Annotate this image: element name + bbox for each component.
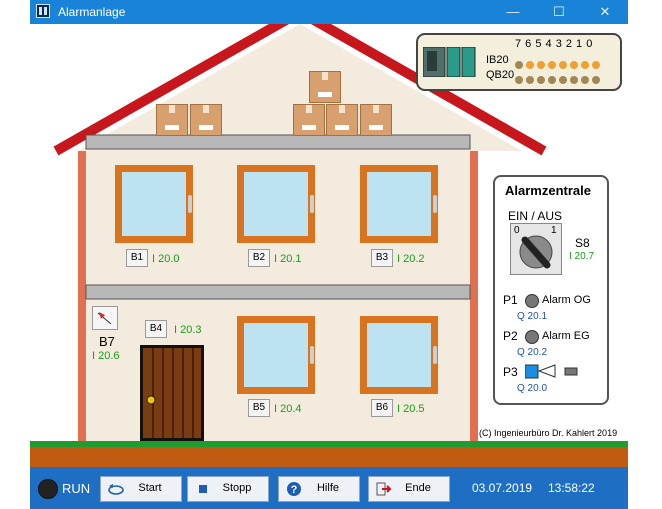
s8-address: I 20.7 — [569, 251, 595, 262]
rotary-switch-icon — [519, 235, 553, 269]
led — [537, 76, 545, 84]
led — [548, 61, 556, 69]
led — [581, 61, 589, 69]
close-button[interactable]: ✕ — [582, 0, 628, 24]
attic-box — [293, 104, 325, 136]
motion-sensor-icon — [97, 312, 112, 325]
title-bar: Alarmanlage — ☐ ✕ — [30, 0, 628, 24]
led — [559, 76, 567, 84]
p3-label: P3 — [503, 365, 518, 379]
sensor-b2-address: I 20.1 — [274, 253, 302, 265]
led — [559, 61, 567, 69]
stop-button[interactable]: Stopp — [187, 476, 269, 502]
run-label: RUN — [62, 481, 91, 496]
p2-label: P2 — [503, 329, 518, 343]
p2-address: Q 20.2 — [517, 347, 548, 358]
alarm-central-title: Alarmzentrale — [505, 183, 591, 198]
led — [526, 76, 534, 84]
led — [537, 61, 545, 69]
ib20-label: IB20 — [486, 54, 509, 66]
attic-box — [326, 104, 358, 136]
window-title: Alarmanlage — [58, 5, 126, 19]
exit-button[interactable]: Ende — [368, 476, 450, 502]
attic-box — [190, 104, 222, 136]
led — [526, 61, 534, 69]
attic-box — [309, 71, 341, 103]
p2-text: Alarm EG — [542, 330, 590, 342]
time-display: 13:58:22 — [548, 481, 595, 495]
sensor-b5-address: I 20.4 — [274, 403, 302, 415]
door-planks — [146, 348, 194, 438]
help-label: Hilfe — [316, 482, 339, 494]
alarm-eg-lamp-icon — [525, 330, 539, 344]
bottom-toolbar: RUN Start Stopp ? Hilfe Ende 03.07.2019 … — [30, 467, 628, 509]
p1-address: Q 20.1 — [517, 311, 548, 322]
switch-label: EIN / AUS — [508, 209, 563, 223]
help-button[interactable]: ? Hilfe — [278, 476, 360, 502]
front-door — [140, 345, 204, 441]
p3-address: Q 20.0 — [517, 383, 548, 394]
led — [581, 76, 589, 84]
led — [592, 61, 600, 69]
led — [570, 61, 578, 69]
sensor-b6-button[interactable]: B6 — [371, 399, 393, 417]
house-scene: 7 6 5 4 3 2 1 0 IB20 QB20 B1 I 20.0 B2 I… — [30, 24, 628, 467]
p1-text: Alarm OG — [542, 294, 591, 306]
attic-floor — [85, 134, 471, 150]
alarm-og-lamp-icon — [525, 294, 539, 308]
start-label: Start — [138, 482, 162, 494]
exit-label: Ende — [405, 482, 431, 494]
right-wall-edge — [470, 151, 478, 443]
attic-box — [360, 104, 392, 136]
app-window: Alarmanlage — ☐ ✕ 7 6 5 4 3 2 1 0 IB20 Q… — [30, 0, 628, 509]
copyright-text: (C) Ingenieurbüro Dr. Kahlert 2019 — [479, 428, 618, 438]
window-og-right — [360, 165, 438, 243]
p1-label: P1 — [503, 293, 518, 307]
run-indicator-icon — [38, 479, 58, 499]
ground — [30, 447, 628, 467]
left-wall-edge — [78, 151, 86, 443]
plc-icon — [423, 47, 476, 77]
date-display: 03.07.2019 — [472, 481, 533, 495]
sensor-b3-address: I 20.2 — [397, 253, 425, 265]
window-eg-right — [360, 316, 438, 394]
window-og-middle — [237, 165, 315, 243]
attic-box — [156, 104, 188, 136]
sensor-b1-address: I 20.0 — [152, 253, 180, 265]
b7-address: I 20.6 — [92, 350, 120, 362]
main-switch-s8[interactable]: 0 1 — [510, 223, 562, 275]
siren-icon — [525, 364, 578, 379]
s8-label: S8 — [575, 236, 590, 250]
b7-label: B7 — [99, 334, 115, 349]
grass — [30, 441, 628, 447]
sensor-b1-button[interactable]: B1 — [126, 249, 148, 267]
maximize-button[interactable]: ☐ — [536, 0, 582, 24]
sensor-b4-address: I 20.3 — [174, 324, 202, 336]
led — [515, 76, 523, 84]
sensor-b4-button[interactable]: B4 — [145, 320, 167, 338]
qb20-label: QB20 — [486, 69, 515, 81]
led — [515, 61, 523, 69]
window-eg-middle — [237, 316, 315, 394]
middle-floor — [85, 284, 471, 300]
sensor-b6-address: I 20.5 — [397, 403, 425, 415]
led — [548, 76, 556, 84]
led — [570, 76, 578, 84]
window-og-left — [115, 165, 193, 243]
sensor-b3-button[interactable]: B3 — [371, 249, 393, 267]
motion-detector-b7-button[interactable] — [92, 306, 118, 330]
sensor-b5-button[interactable]: B5 — [248, 399, 270, 417]
alarm-central-panel: Alarmzentrale EIN / AUS 0 1 S8 I 20.7 P1… — [493, 175, 609, 405]
stop-label: Stopp — [222, 482, 252, 494]
plc-status-panel: 7 6 5 4 3 2 1 0 IB20 QB20 — [416, 33, 622, 91]
app-icon — [36, 4, 50, 18]
led — [592, 76, 600, 84]
minimize-button[interactable]: — — [490, 0, 536, 24]
qb20-leds — [515, 71, 603, 89]
sensor-b2-button[interactable]: B2 — [248, 249, 270, 267]
start-button[interactable]: Start — [100, 476, 182, 502]
bit-numbers: 7 6 5 4 3 2 1 0 — [515, 38, 593, 50]
